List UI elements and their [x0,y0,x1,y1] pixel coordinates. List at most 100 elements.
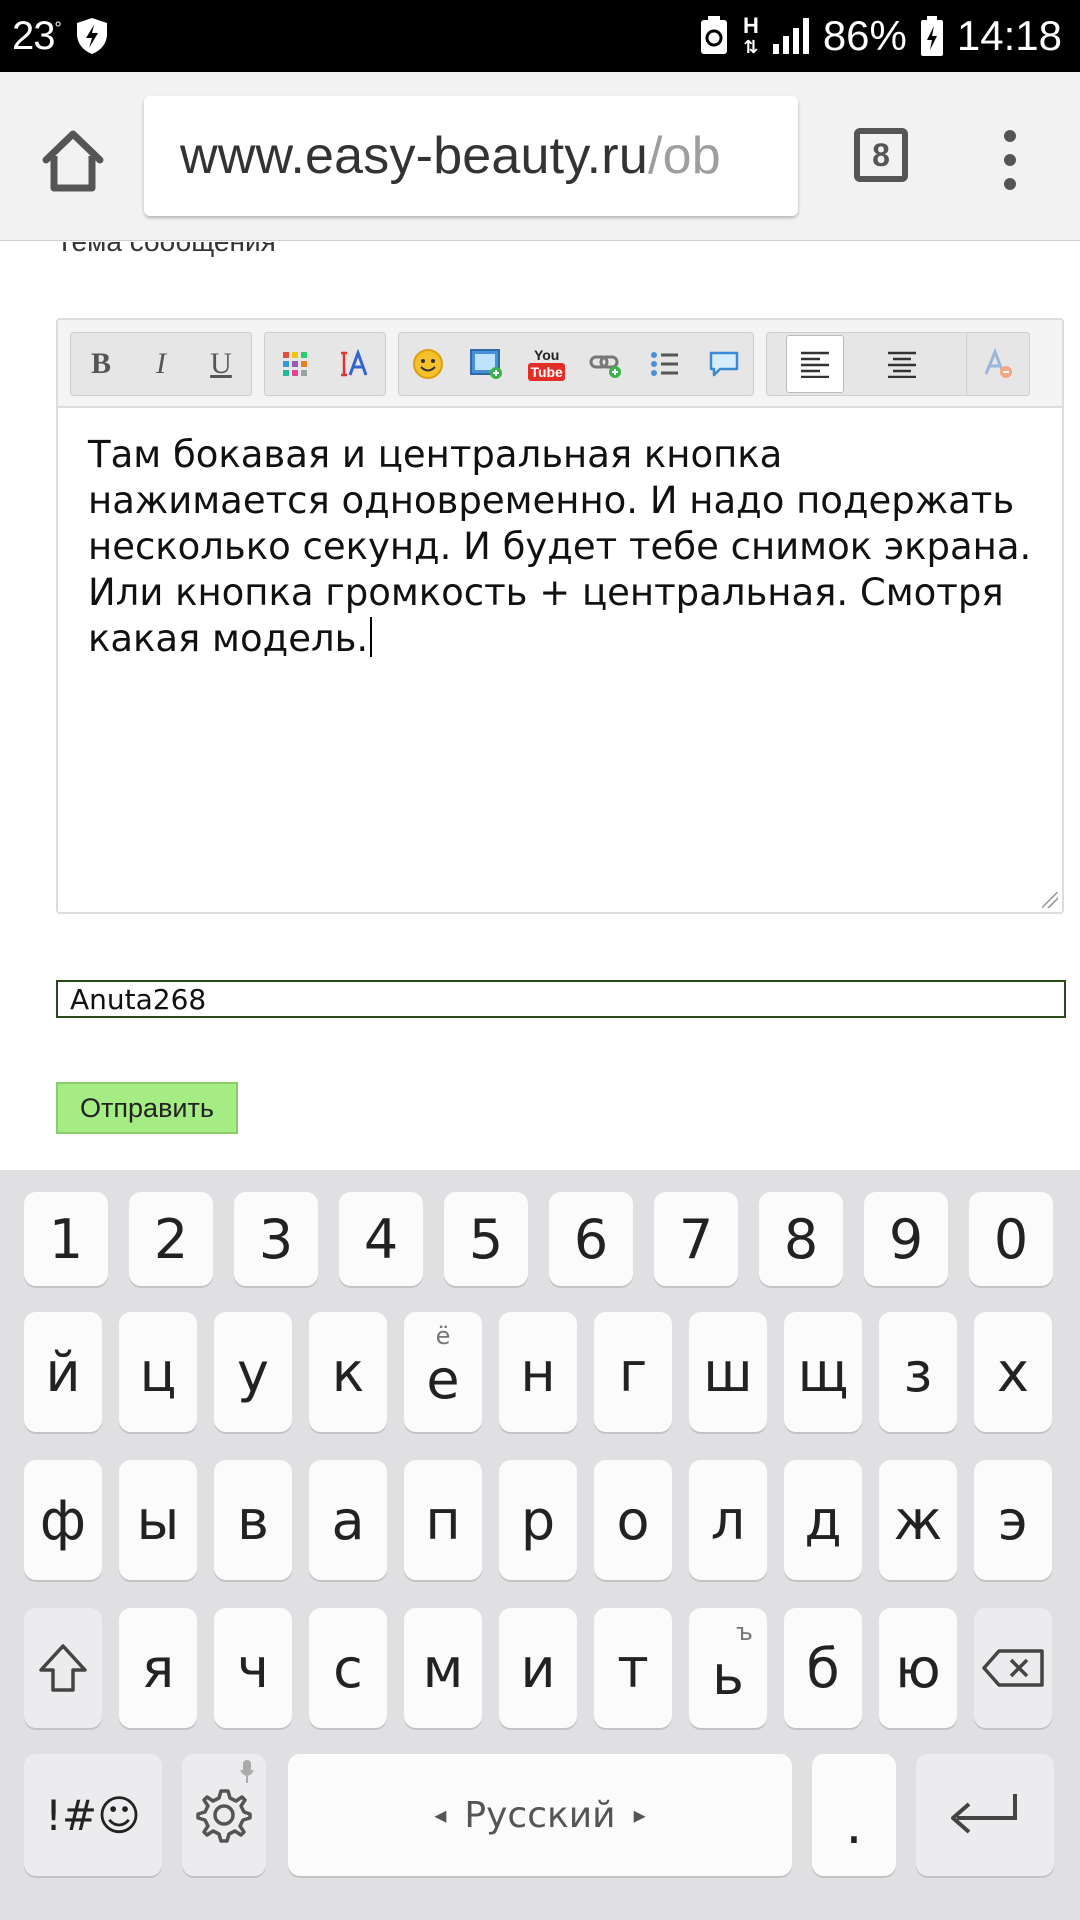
key-л[interactable]: л [689,1460,767,1580]
insert-group: You Tube [398,332,754,396]
key-к[interactable]: к [309,1312,387,1432]
youtube-icon[interactable]: You Tube [526,344,568,384]
key-ж[interactable]: ж [879,1460,957,1580]
key-ы[interactable]: ы [119,1460,197,1580]
url-bar[interactable]: www.easy-beauty.ru/ob [144,96,798,216]
language-label: Русский [464,1794,616,1836]
language-next-icon: ▸ [633,1801,646,1829]
remove-format-icon[interactable] [978,344,1018,384]
recycle-notification-icon [700,16,727,54]
key-ь-alt: ъ [736,1618,753,1646]
key-х[interactable]: х [974,1312,1052,1432]
key-я[interactable]: я [119,1608,197,1728]
key-э[interactable]: э [974,1460,1052,1580]
shield-bolt-icon [76,18,107,54]
align-center-icon[interactable] [882,344,922,384]
language-prev-icon: ◂ [434,1801,447,1829]
message-editor: B I U You Tube Там бокавая и центральная… [56,318,1064,914]
key-м[interactable]: м [404,1608,482,1728]
key-е[interactable]: ё е [404,1312,482,1432]
key-п[interactable]: п [404,1460,482,1580]
color-size-group [264,332,386,396]
key-ь[interactable]: ъ ь [689,1608,767,1728]
key-ф[interactable]: ф [24,1460,102,1580]
key-р[interactable]: р [499,1460,577,1580]
shift-key[interactable] [24,1608,102,1728]
browser-toolbar: www.easy-beauty.ru/ob 8 [0,72,1080,241]
url-text: www.easy-beauty.ru/ob [180,127,721,185]
key-н[interactable]: н [499,1312,577,1432]
key-с[interactable]: с [309,1608,387,1728]
enter-icon [951,1794,1017,1834]
key-0[interactable]: 0 [969,1192,1053,1286]
insert-link-icon[interactable] [586,344,626,384]
key-а[interactable]: а [309,1460,387,1580]
shift-arrow-icon [39,1644,87,1692]
underline-button[interactable]: U [201,344,241,384]
backspace-key[interactable] [974,1608,1052,1728]
key-2[interactable]: 2 [129,1192,213,1286]
resize-grip[interactable] [1042,892,1058,908]
tab-switcher-button[interactable]: 8 [854,128,908,182]
key-й[interactable]: й [24,1312,102,1432]
key-в[interactable]: в [214,1460,292,1580]
clock: 14:18 [956,12,1062,59]
key-ц[interactable]: ц [119,1312,197,1432]
key-д[interactable]: д [784,1460,862,1580]
period-key[interactable]: . [812,1754,896,1876]
key-г[interactable]: г [594,1312,672,1432]
battery-percent: 86% [822,12,907,59]
key-и[interactable]: и [499,1608,577,1728]
backspace-icon [982,1649,1044,1687]
key-щ[interactable]: щ [784,1312,862,1432]
key-8[interactable]: 8 [759,1192,843,1286]
key-ч[interactable]: ч [214,1608,292,1728]
symbols-key[interactable]: !#☺ [24,1754,162,1876]
editor-toolbar: B I U You Tube [58,320,1062,408]
key-6[interactable]: 6 [549,1192,633,1286]
send-button[interactable]: Отправить [56,1082,238,1134]
key-е-alt: ё [435,1322,451,1350]
smiley-icon[interactable] [408,344,448,384]
network-type-indicator: H ⇅ [742,12,759,57]
home-icon[interactable] [38,126,108,196]
key-5[interactable]: 5 [444,1192,528,1286]
insert-image-icon[interactable] [467,344,507,384]
key-4[interactable]: 4 [339,1192,423,1286]
align-left-icon[interactable] [786,335,844,393]
status-bar: 23° H ⇅ 86% 14:18 [0,0,1080,72]
battery-charging-icon [920,16,943,56]
key-з[interactable]: з [879,1312,957,1432]
text-cursor [370,617,373,657]
on-screen-keyboard: 1 2 3 4 5 6 7 8 9 0 й ц у к ё е н г ш щ … [0,1170,1080,1920]
quote-bubble-icon[interactable] [704,344,744,384]
key-9[interactable]: 9 [864,1192,948,1286]
key-у[interactable]: у [214,1312,292,1432]
key-ш[interactable]: ш [689,1312,767,1432]
signal-strength-icon [772,18,809,54]
temperature: 23° [12,13,62,58]
overflow-menu-icon[interactable] [998,130,1022,190]
key-ь-label: ь [712,1643,744,1707]
key-7[interactable]: 7 [654,1192,738,1286]
key-3[interactable]: 3 [234,1192,318,1286]
key-т[interactable]: т [594,1608,672,1728]
font-size-icon[interactable] [335,344,375,384]
color-palette-icon[interactable] [275,344,315,384]
key-б[interactable]: б [784,1608,862,1728]
gear-icon [196,1789,252,1843]
bullet-list-icon[interactable] [645,344,685,384]
key-о[interactable]: о [594,1460,672,1580]
bold-button[interactable]: B [81,344,121,384]
mic-icon [240,1760,254,1783]
settings-key[interactable] [182,1754,266,1876]
clear-format-group [966,332,1030,396]
key-ю[interactable]: ю [879,1608,957,1728]
message-text-area[interactable]: Там бокавая и центральная кнопка нажимае… [88,432,1032,662]
enter-key[interactable] [916,1754,1054,1876]
italic-button[interactable]: I [141,344,181,384]
key-е-label: е [426,1347,460,1411]
key-1[interactable]: 1 [24,1192,108,1286]
spacebar-key[interactable]: ◂ Русский ▸ [288,1754,792,1876]
username-field[interactable]: Anuta268 [56,980,1066,1018]
